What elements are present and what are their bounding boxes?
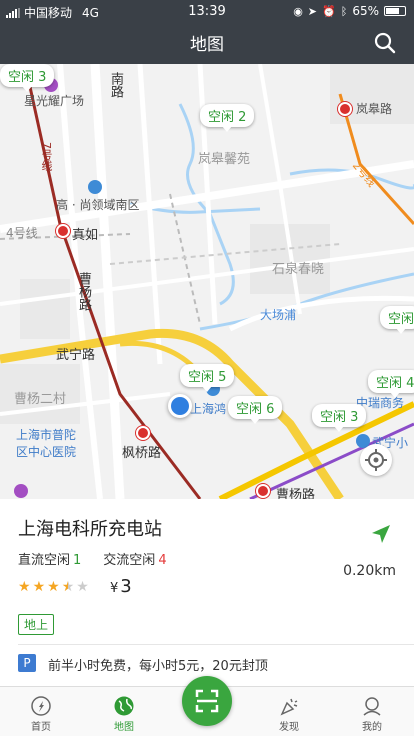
building-poi-icon [88, 180, 102, 194]
ac-label: 交流空闲 [103, 553, 156, 568]
tab-mine[interactable]: 我的 [331, 687, 413, 736]
map-label-fengqiao: 枫桥路 [122, 446, 162, 461]
currency-symbol: ¥ [110, 581, 119, 596]
parking-fee-text: 前半小时免费，每小时5元，20元封顶 [48, 659, 268, 674]
location-tag: 地上 [18, 614, 55, 635]
app-header: 中国移动 4G 13:39 ◉ ➤ ⏰ ᛒ 65% 地图 [0, 0, 414, 64]
map-label-xingguang: 星光耀广场 [24, 94, 85, 108]
star-half-icon: ★ [61, 579, 75, 595]
divider [18, 644, 414, 645]
map-label-hospital: 上海市普陀区中心医院 [16, 428, 77, 459]
tab-map-label: 地图 [114, 722, 134, 733]
ac-count: 4 [158, 553, 167, 568]
free-spot-marker[interactable]: 空闲 3 [312, 404, 367, 432]
user-icon [363, 697, 381, 716]
locate-button[interactable] [360, 444, 392, 476]
lock-rotation-icon: ◉ [293, 4, 303, 18]
tab-mine-label: 我的 [362, 722, 382, 733]
map-view[interactable]: 星光耀广场 南路 岚皋馨苑 岚皋路 高 · 尚领域南区 4号线 真如 7号线 2… [0, 64, 414, 499]
map-label-langao-road: 岚皋路 [356, 102, 393, 116]
alarm-icon: ⏰ [322, 4, 336, 18]
battery-icon [384, 6, 406, 16]
page-title: 地图 [190, 35, 224, 55]
free-spot-marker[interactable]: 空闲 5 [180, 364, 235, 392]
map-label-dachang: 大场浦 [260, 308, 297, 322]
map-label-zhenru: 真如 [72, 228, 99, 243]
star-empty-icon: ★ [76, 579, 89, 595]
map-label-gaoshang: 高 · 尚领域南区 [56, 198, 140, 212]
map-label-caoyang2: 曹杨二村 [14, 392, 67, 407]
screen: 中国移动 4G 13:39 ◉ ➤ ⏰ ᛒ 65% 地图 星光耀广场 南路 岚皋… [0, 0, 414, 736]
battery-percent: 65% [352, 4, 379, 18]
dc-count: 1 [73, 553, 82, 568]
free-spot-marker[interactable]: 空闲 4 [368, 370, 414, 398]
search-icon[interactable] [374, 32, 396, 54]
hospital-poi-icon [14, 484, 28, 498]
star-icon: ★ [18, 579, 31, 595]
tab-map[interactable]: 地图 [83, 687, 165, 736]
star-icon: ★ [32, 579, 46, 595]
compass-icon [31, 696, 51, 716]
crosshair-icon [365, 449, 387, 471]
rating-stars: ★ ★ ★ ★ ★ [18, 579, 89, 595]
charger-availability: 直流空闲 1 交流空闲 4 [18, 549, 167, 568]
scan-icon [195, 689, 219, 713]
metro-station-icon [136, 426, 150, 440]
scan-button[interactable] [182, 676, 232, 726]
status-bar: 中国移动 4G 13:39 ◉ ➤ ⏰ ᛒ 65% [0, 0, 414, 22]
tab-home-label: 首页 [31, 722, 51, 733]
party-popper-icon [280, 698, 298, 716]
map-label-wuning: 武宁路 [56, 348, 96, 363]
map-label-line4: 4号线 [6, 226, 38, 240]
parking-icon: P [18, 654, 36, 672]
metro-station-icon [56, 224, 70, 238]
station-card[interactable]: 上海电科所充电站 直流空闲 1 交流空闲 4 0.20km ★ ★ ★ ★ ★ ¥3… [0, 499, 414, 686]
star-icon: ★ [47, 579, 60, 595]
metro-station-icon [338, 102, 352, 116]
tab-discover[interactable]: 发现 [248, 687, 330, 736]
bluetooth-icon: ᛒ [340, 4, 348, 18]
price: ¥3 [110, 576, 132, 597]
map-label-caoyang-road: 曹杨路 [76, 272, 91, 311]
map-label-shiquan: 石泉春晓 [272, 262, 325, 277]
map-label-caoyang-station: 曹杨路 [276, 488, 316, 499]
map-label-nanlu: 南路 [108, 72, 123, 98]
station-name: 上海电科所充电站 [18, 519, 162, 540]
navigate-icon[interactable] [370, 523, 392, 545]
location-icon: ➤ [307, 4, 318, 18]
tab-discover-label: 发现 [279, 722, 299, 733]
tab-home[interactable]: 首页 [0, 687, 82, 736]
globe-icon [114, 696, 134, 716]
price-value: 3 [120, 576, 132, 597]
dc-label: 直流空闲 [18, 553, 71, 568]
free-spot-marker[interactable]: 空闲 2 [200, 104, 255, 132]
metro-station-icon [256, 484, 270, 498]
free-spot-marker[interactable]: 空闲 [380, 306, 414, 334]
distance-text: 0.20km [343, 563, 396, 579]
map-label-langao: 岚皋馨苑 [198, 152, 251, 167]
free-spot-marker[interactable]: 空闲 3 [0, 64, 55, 92]
map-label-line7: 7号线 [40, 142, 53, 171]
map-label-shanghaihong: 上海鸿 [190, 402, 227, 416]
current-location-dot[interactable] [168, 394, 192, 418]
free-spot-marker[interactable]: 空闲 6 [228, 396, 283, 424]
